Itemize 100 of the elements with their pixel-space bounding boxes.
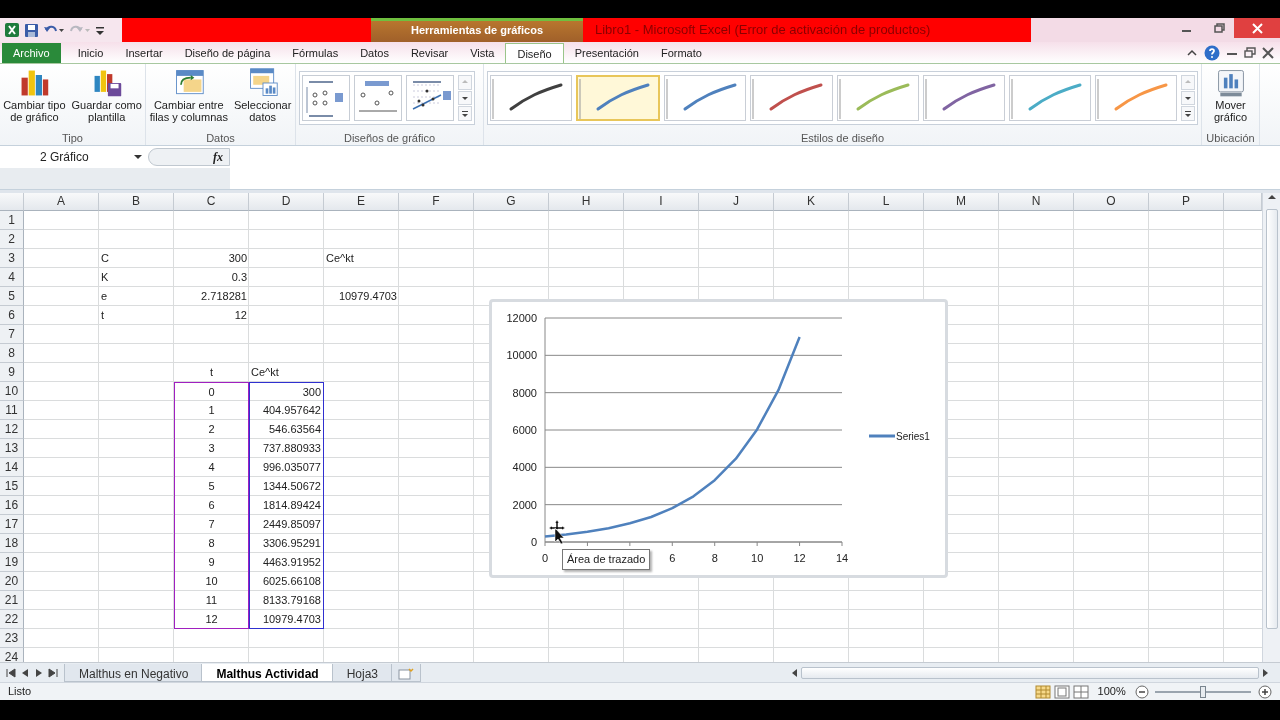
sheet-tab[interactable]: Malthus Actividad [201,663,334,682]
row-header[interactable]: 12 [0,420,24,439]
first-sheet-icon[interactable] [6,667,16,678]
group-label: Datos [205,131,236,145]
column-header[interactable]: F [399,193,474,211]
excel-icon[interactable] [4,22,20,38]
row-header[interactable]: 22 [0,610,24,629]
scroll-right-icon[interactable] [1262,667,1270,678]
last-sheet-icon[interactable] [48,667,58,678]
column-header[interactable]: P [1149,193,1224,211]
next-sheet-icon[interactable] [34,667,44,678]
column-header[interactable]: H [549,193,624,211]
help-icon[interactable] [1204,45,1220,61]
style-thumbnail[interactable] [922,75,1005,121]
column-header[interactable]: K [774,193,849,211]
layout-thumbnail[interactable] [406,75,454,121]
sheet-tab[interactable]: Malthus en Negativo [64,663,204,682]
ribbon-button[interactable]: Cambiar entre filas y columnas [148,66,229,125]
name-box[interactable]: 2 Gráfico [0,148,148,166]
layout-thumbnail[interactable] [354,75,402,121]
row-header[interactable]: 20 [0,572,24,591]
row-header[interactable]: 4 [0,268,24,287]
row-header[interactable]: 13 [0,439,24,458]
file-tab[interactable]: Archivo [2,43,61,63]
close-button[interactable] [1234,18,1280,38]
row-header[interactable]: 23 [0,629,24,648]
more-icon[interactable] [1183,108,1194,119]
ribbon-button[interactable]: Cambiar tipo de gráfico [2,66,67,125]
row-header[interactable]: 14 [0,458,24,477]
insert-function-button[interactable]: fx [148,148,230,166]
page-layout-icon[interactable] [1054,684,1071,699]
style-thumbnail[interactable] [576,75,661,121]
row-header[interactable]: 9 [0,363,24,382]
row-header[interactable]: 1 [0,211,24,230]
style-thumbnail[interactable] [664,75,747,121]
ribbon-button[interactable]: Seleccionar datos [232,66,293,125]
style-thumbnail[interactable] [750,75,833,121]
scrollbar-thumb[interactable] [801,666,1259,679]
zoom-in-icon[interactable] [1258,684,1272,699]
row-header[interactable]: 15 [0,477,24,496]
style-thumbnail[interactable] [490,75,573,121]
layout-thumbnail[interactable] [302,75,350,121]
row-header[interactable]: 7 [0,325,24,344]
zoom-out-icon[interactable] [1134,684,1149,699]
column-header[interactable]: E [324,193,399,211]
ribbon-button[interactable]: Guardar como plantilla [70,66,143,125]
row-header[interactable]: 17 [0,515,24,534]
ribbon-button[interactable]: Mover gráfico [1213,66,1248,125]
row-header[interactable]: 6 [0,306,24,325]
table-cell: 2449.85097 [249,515,324,534]
row-header[interactable]: 5 [0,287,24,306]
save-icon[interactable] [24,22,39,38]
ribbon-tab[interactable]: Revisar [399,43,460,63]
more-icon[interactable] [460,108,470,119]
ribbon-tab[interactable]: Diseño [505,43,564,63]
style-thumbnail[interactable] [1095,75,1178,121]
status-text: Listo [8,684,32,700]
ribbon-tab[interactable]: Fórmulas [281,43,350,63]
column-header[interactable]: N [999,193,1074,211]
scroll-up-icon[interactable] [1266,193,1277,201]
column-header[interactable]: O [1074,193,1149,211]
row-header[interactable]: 3 [0,249,24,268]
ribbon-tab[interactable]: Presentación [563,43,650,63]
restore-icon[interactable] [1244,47,1256,59]
row-header[interactable]: 8 [0,344,24,363]
restore-icon[interactable] [1211,21,1225,35]
column-header[interactable]: L [849,193,924,211]
row-header[interactable]: 19 [0,553,24,572]
column-header[interactable]: I [624,193,699,211]
chart[interactable]: 0 2000 4000 6000 8000 10000 12000 0 6 8 10 12 14 Series1 Área de trazado [489,299,948,578]
style-thumbnail[interactable] [836,75,919,121]
ribbon-tab[interactable]: Insertar [114,43,174,63]
caret-icon[interactable] [134,154,142,160]
row-header[interactable]: 16 [0,496,24,515]
row-header[interactable]: 2 [0,230,24,249]
row-header[interactable]: 24 [0,648,24,662]
column-header[interactable]: C [174,193,249,211]
row-header[interactable]: 10 [0,382,24,401]
column-header[interactable]: D [249,193,324,211]
page-break-icon[interactable] [1072,684,1089,699]
style-thumbnail[interactable] [1008,75,1092,121]
ribbon-tab[interactable]: Datos [349,43,400,63]
column-header[interactable]: G [474,193,549,211]
ribbon-tab[interactable]: Diseño de página [173,43,282,63]
sheet-tab[interactable]: Hoja3 [331,663,393,682]
row-header[interactable]: 18 [0,534,24,553]
previous-sheet-icon[interactable] [20,667,30,678]
close-icon[interactable] [1262,47,1274,59]
ribbon-tab[interactable]: Vista [459,43,506,63]
zoom-slider[interactable] [1200,685,1207,698]
column-header[interactable]: A [24,193,99,211]
scroll-left-icon[interactable] [790,667,798,678]
column-header[interactable]: M [924,193,999,211]
column-header[interactable]: B [99,193,174,211]
row-header[interactable]: 11 [0,401,24,420]
ribbon-tab[interactable]: Inicio [66,43,115,63]
row-header[interactable]: 21 [0,591,24,610]
scrollbar-thumb[interactable] [1265,209,1278,629]
column-header[interactable]: J [699,193,774,211]
ribbon-tab[interactable]: Formato [649,43,713,63]
